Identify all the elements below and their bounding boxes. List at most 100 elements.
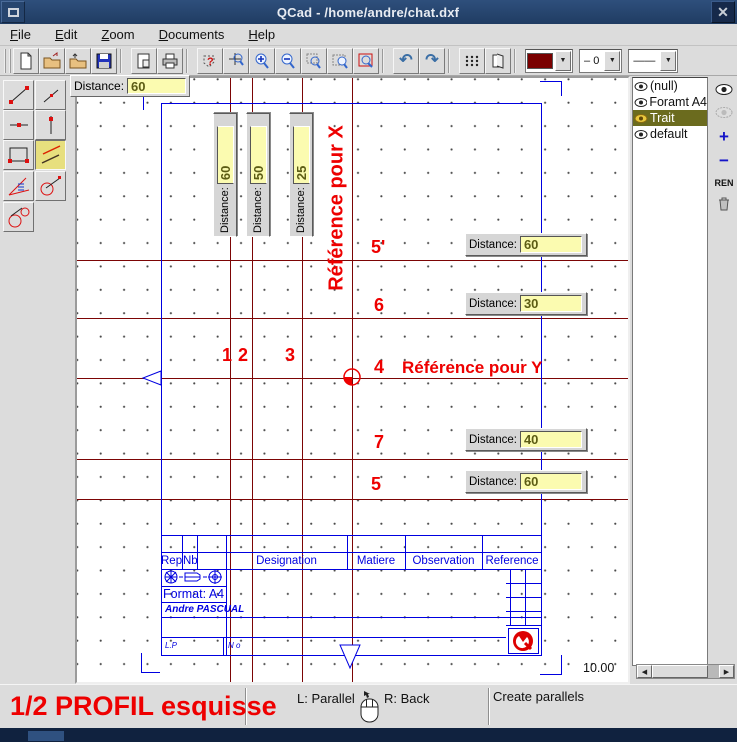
titleblock-line bbox=[161, 535, 542, 536]
distance-widget: Distance:30 bbox=[465, 292, 587, 315]
toolbar-separator bbox=[448, 49, 456, 73]
scroll-right-button[interactable]: ▶ bbox=[719, 665, 734, 678]
line-width-select[interactable]: – 0 ▼ bbox=[579, 49, 622, 73]
layer-list[interactable]: (null) Foramt A4 Trait default bbox=[632, 77, 708, 666]
drawing-canvas[interactable]: Rep Nb Designation Matiere Observation R… bbox=[75, 76, 630, 684]
zoom-out-button[interactable] bbox=[275, 48, 301, 74]
rename-layer-button[interactable]: REN bbox=[713, 174, 735, 192]
layer-row[interactable]: (null) bbox=[633, 78, 707, 94]
layer-row[interactable]: Foramt A4 bbox=[633, 94, 707, 110]
add-layer-button[interactable]: + bbox=[713, 128, 735, 146]
distance-input[interactable]: 60 bbox=[520, 236, 582, 253]
eye-icon[interactable] bbox=[634, 129, 648, 140]
zoom-pan-icon bbox=[331, 52, 349, 70]
menu-zoom[interactable]: Zoom bbox=[101, 27, 134, 42]
layer-row[interactable]: default bbox=[633, 126, 707, 142]
menu-edit[interactable]: Edit bbox=[55, 27, 77, 42]
eye-icon[interactable] bbox=[634, 97, 647, 108]
zoom-window-button[interactable] bbox=[301, 48, 327, 74]
layer-row-selected[interactable]: Trait bbox=[633, 110, 707, 126]
zoom-auto-button[interactable] bbox=[223, 48, 249, 74]
paper-corner-mark bbox=[141, 653, 142, 672]
title-bar[interactable]: QCad - /home/andre/chat.dxf ✕ bbox=[0, 0, 737, 24]
new-file-button[interactable] bbox=[13, 48, 39, 74]
undo-button[interactable]: ↶ bbox=[393, 48, 419, 74]
chevron-down-icon[interactable]: ▼ bbox=[555, 51, 571, 71]
menu-help[interactable]: Help bbox=[248, 27, 275, 42]
layer-name: default bbox=[650, 127, 688, 141]
tool-rectangle[interactable] bbox=[3, 140, 34, 170]
menu-file[interactable]: File bbox=[10, 27, 31, 42]
titleblock-header-rep: Rep bbox=[161, 555, 182, 567]
titleblock-line bbox=[510, 569, 511, 625]
distance-input[interactable]: 60 bbox=[127, 78, 186, 94]
rotated-distance-widget: Distance:25 bbox=[289, 113, 313, 237]
hide-all-layers-button[interactable] bbox=[713, 103, 735, 121]
remove-layer-button[interactable]: − bbox=[713, 152, 735, 170]
reference-y-label: Référence pour Y bbox=[402, 359, 542, 376]
rotated-distance-widget: Distance:60 bbox=[213, 113, 237, 237]
distance-input[interactable]: 25 bbox=[293, 126, 310, 184]
show-all-layers-button[interactable] bbox=[713, 80, 735, 98]
tool-line-angle[interactable] bbox=[35, 80, 66, 110]
titleblock-mark-left: L.P bbox=[165, 641, 177, 650]
distance-input[interactable]: 60 bbox=[520, 473, 582, 490]
distance-input[interactable]: 30 bbox=[520, 295, 582, 312]
tangent-icon bbox=[38, 174, 64, 198]
menu-documents[interactable]: Documents bbox=[159, 27, 225, 42]
toolbar-handle[interactable] bbox=[4, 49, 11, 73]
toolbar-separator bbox=[186, 49, 194, 73]
save-button[interactable] bbox=[91, 48, 117, 74]
grid-toggle-button[interactable] bbox=[459, 48, 485, 74]
zoom-in-button[interactable] bbox=[249, 48, 275, 74]
distance-input[interactable]: 40 bbox=[520, 431, 582, 448]
import-button[interactable] bbox=[65, 48, 91, 74]
scroll-left-button[interactable]: ◀ bbox=[637, 665, 652, 678]
print-preview-button[interactable] bbox=[131, 48, 157, 74]
titleblock-line bbox=[506, 583, 542, 584]
printer-icon bbox=[161, 52, 179, 70]
eye-icon[interactable] bbox=[634, 81, 648, 92]
zoom-previous-button[interactable] bbox=[353, 48, 379, 74]
open-file-button[interactable] bbox=[39, 48, 65, 74]
titleblock-header-nb: Nb bbox=[183, 555, 197, 567]
distance-widget: Distance:40 bbox=[465, 428, 587, 451]
reference-x-label: Référence pour X bbox=[326, 125, 349, 291]
system-menu-button[interactable] bbox=[1, 1, 25, 23]
paper-corner-mark bbox=[561, 81, 562, 96]
toolbar-separator bbox=[382, 49, 390, 73]
color-select[interactable]: ▼ bbox=[525, 49, 573, 73]
scrollbar-thumb[interactable] bbox=[652, 665, 708, 678]
tool-bisector[interactable] bbox=[3, 171, 34, 201]
print-button[interactable] bbox=[157, 48, 183, 74]
scrollbar-track[interactable] bbox=[708, 665, 719, 678]
distance-label: Distance: bbox=[74, 79, 124, 93]
svg-text:?: ? bbox=[207, 56, 214, 68]
tool-tangent-two-circles[interactable] bbox=[3, 202, 34, 232]
eye-icon bbox=[715, 83, 733, 96]
tool-line-vertical[interactable] bbox=[35, 110, 66, 140]
mouse-icon bbox=[356, 690, 382, 724]
redo-button[interactable]: ↷ bbox=[419, 48, 445, 74]
draft-mode-button[interactable] bbox=[485, 48, 511, 74]
horizontal-scrollbar[interactable]: ◀ ▶ bbox=[636, 664, 735, 679]
resize-handle[interactable] bbox=[28, 731, 64, 741]
tool-line-horizontal[interactable] bbox=[3, 110, 34, 140]
line-style-select[interactable]: —— ▼ bbox=[628, 49, 678, 73]
chevron-down-icon[interactable]: ▼ bbox=[660, 51, 676, 71]
paper-corner-mark bbox=[143, 96, 144, 110]
tool-tangent-point-circle[interactable] bbox=[35, 171, 66, 201]
delete-layer-button[interactable] bbox=[713, 194, 735, 212]
tool-parallel[interactable] bbox=[35, 140, 66, 170]
zoom-pan-button[interactable] bbox=[327, 48, 353, 74]
titleblock-line bbox=[161, 602, 227, 603]
close-button[interactable]: ✕ bbox=[711, 1, 735, 23]
window-bottom-border bbox=[0, 728, 737, 742]
tangent-circles-icon bbox=[6, 205, 32, 229]
tool-line-2points[interactable] bbox=[3, 80, 34, 110]
chevron-down-icon[interactable]: ▼ bbox=[604, 51, 620, 71]
distance-input[interactable]: 50 bbox=[250, 126, 267, 184]
distance-input[interactable]: 60 bbox=[217, 126, 234, 184]
redraw-button[interactable]: ? bbox=[197, 48, 223, 74]
eye-icon[interactable] bbox=[634, 113, 648, 124]
